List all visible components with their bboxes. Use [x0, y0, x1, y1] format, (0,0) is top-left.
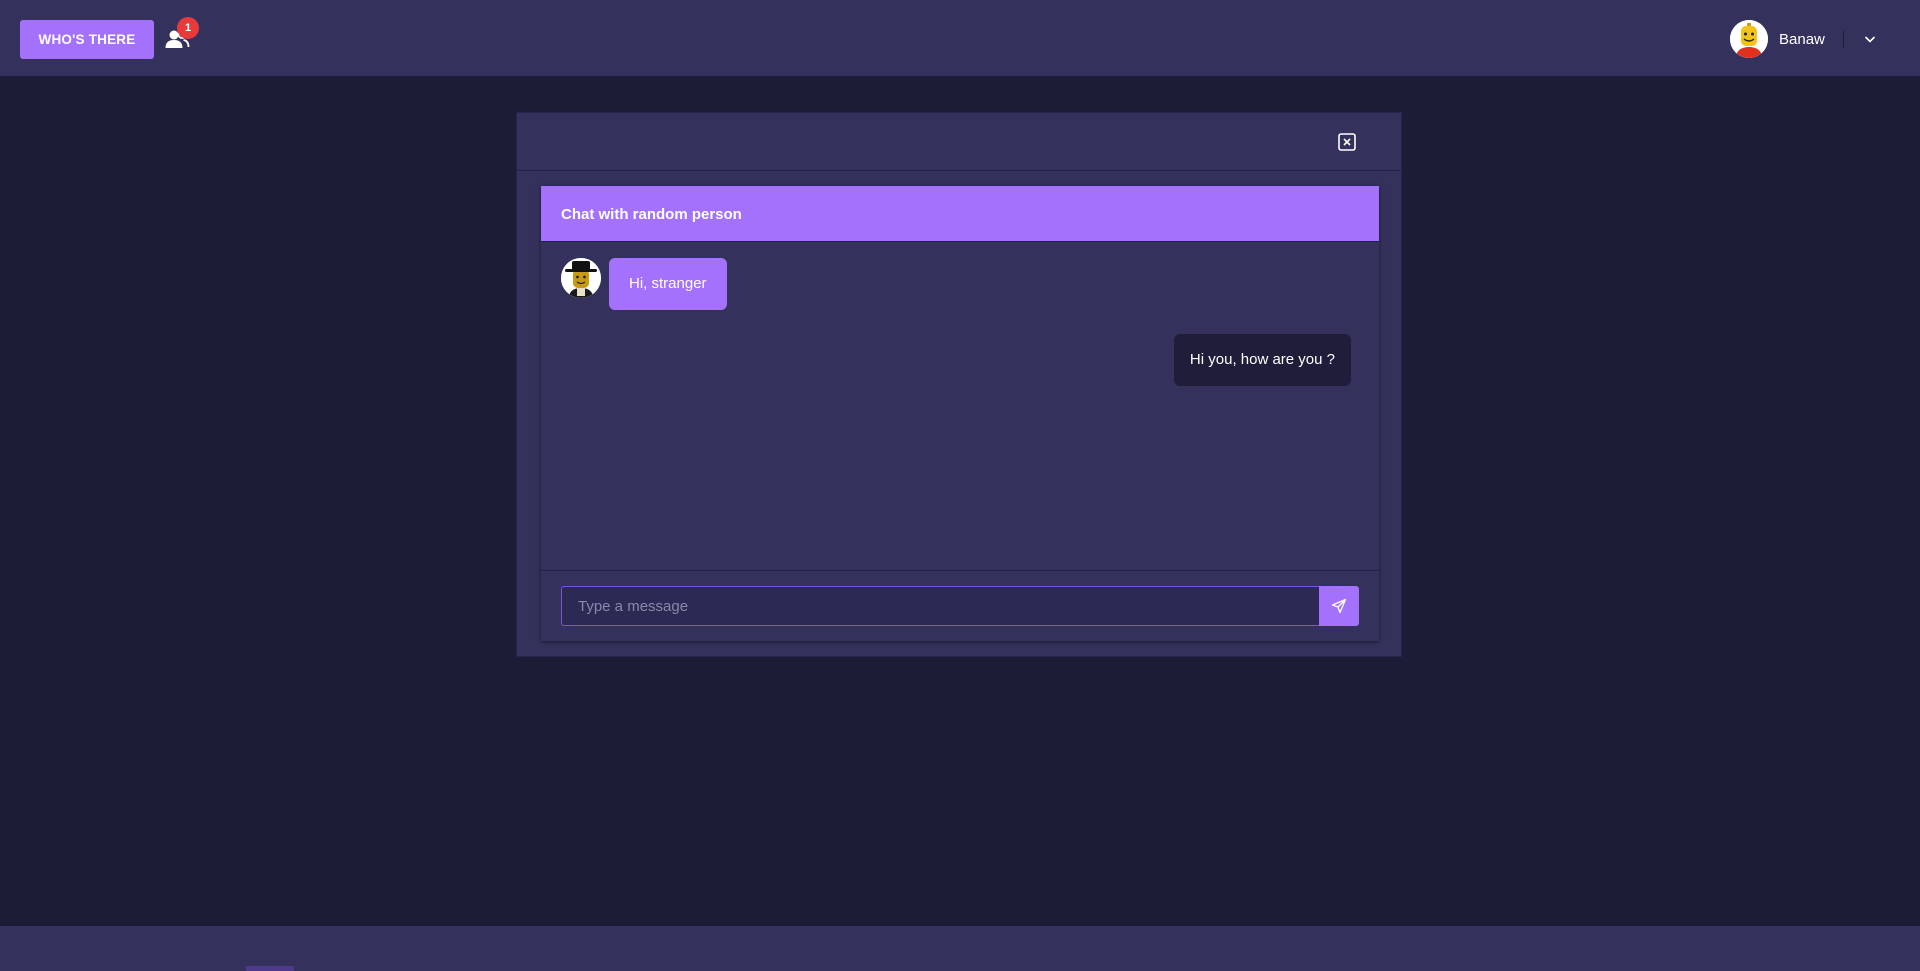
footer — [0, 926, 1920, 971]
stranger-avatar — [561, 258, 601, 298]
chevron-down-icon[interactable] — [1862, 32, 1878, 46]
navbar-divider — [1843, 31, 1844, 48]
close-icon[interactable] — [1337, 132, 1357, 152]
user-profile[interactable]: Banaw — [1730, 20, 1825, 58]
username: Banaw — [1779, 30, 1825, 48]
top-navbar: WHO'S THERE 1 Banaw — [0, 0, 1920, 76]
notification-badge: 1 — [177, 17, 199, 39]
footer-accent — [246, 966, 294, 971]
send-button[interactable] — [1319, 586, 1359, 626]
message-composer — [561, 586, 1359, 626]
chat-header: Chat with random person — [541, 186, 1379, 242]
whos-there-button[interactable]: WHO'S THERE — [20, 20, 154, 59]
send-icon — [1331, 598, 1347, 614]
chat-window: Chat with random person Hi, stranger Hi … — [541, 186, 1379, 641]
message-bubble-incoming: Hi, stranger — [609, 258, 727, 310]
incoming-message: Hi, stranger — [561, 258, 727, 310]
chat-modal: Chat with random person Hi, stranger Hi … — [516, 112, 1402, 657]
user-avatar[interactable] — [1730, 20, 1768, 58]
chat-messages[interactable]: Hi, stranger Hi you, how are you ? — [541, 242, 1379, 571]
message-bubble-outgoing: Hi you, how are you ? — [1173, 334, 1351, 386]
chat-title: Chat with random person — [561, 206, 742, 223]
modal-header — [517, 113, 1401, 171]
message-input[interactable] — [561, 586, 1319, 626]
